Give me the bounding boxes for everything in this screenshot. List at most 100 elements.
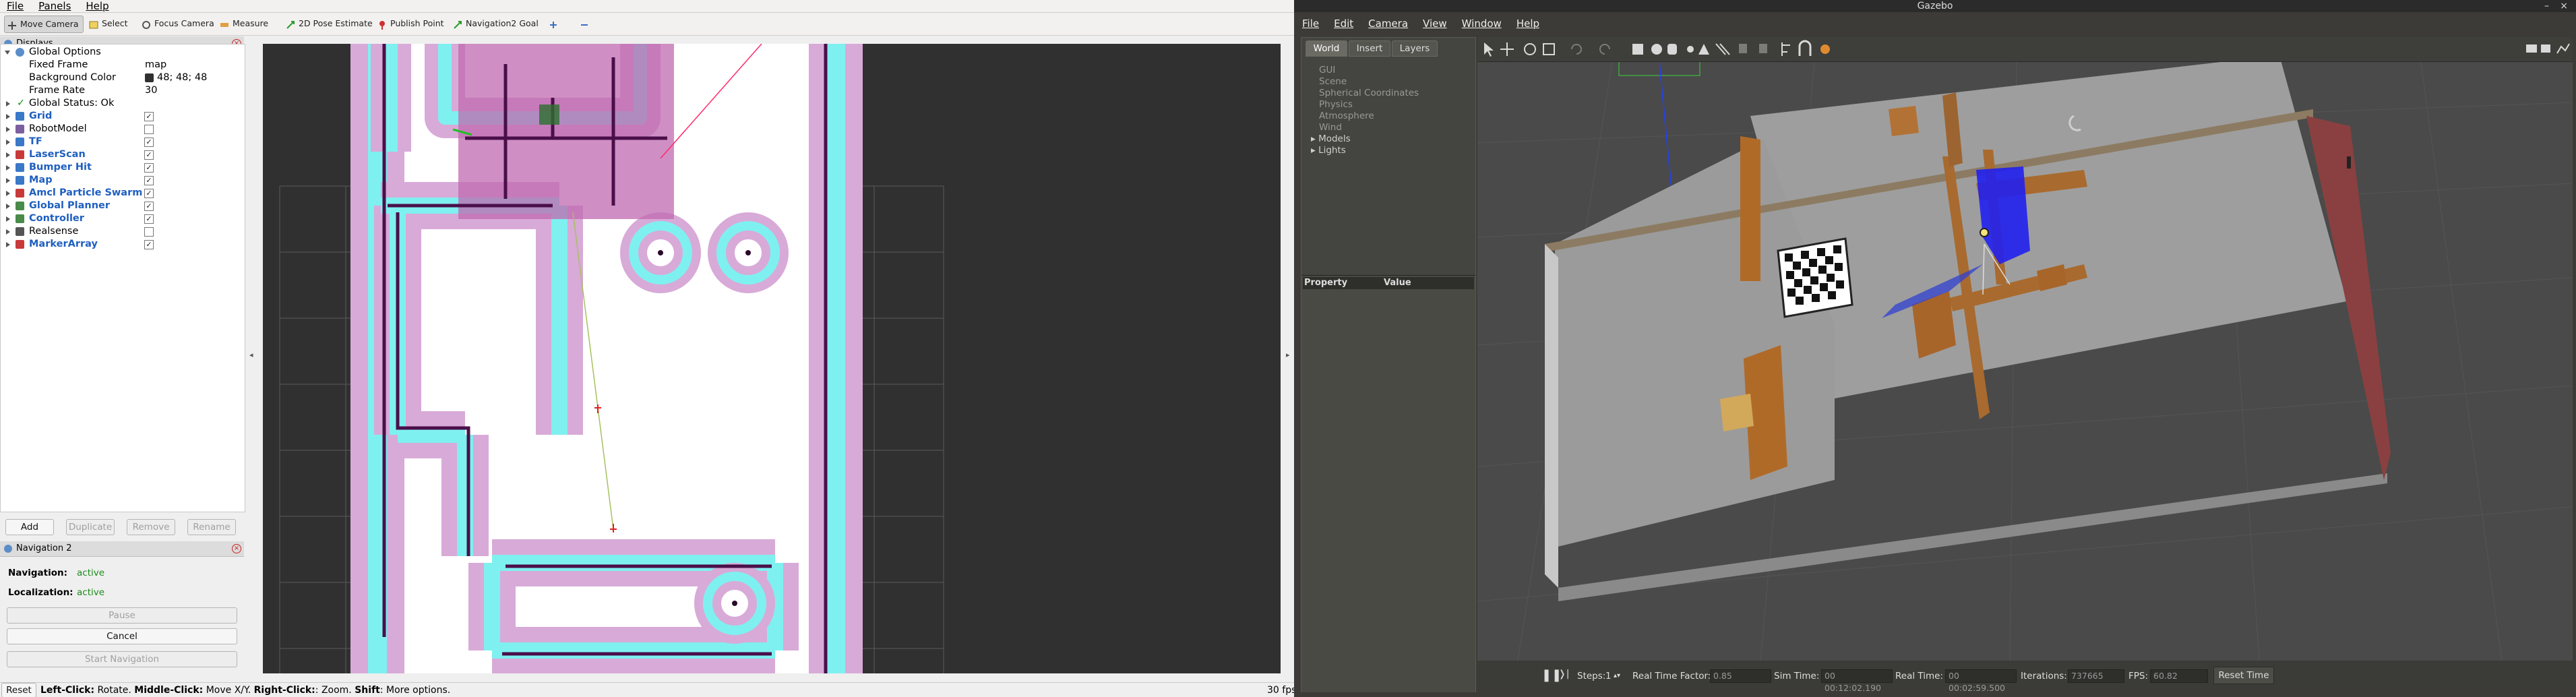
expand-arrow-icon[interactable]: ▸ (1311, 133, 1318, 144)
directional-light-icon[interactable] (1715, 43, 1730, 55)
scale-mode-icon[interactable] (1543, 43, 1555, 55)
select-mode-icon[interactable] (1484, 42, 1494, 57)
tool-focus-camera[interactable]: Focus Camera (139, 16, 218, 32)
world-tree-item-lights[interactable]: ▸ Lights (1311, 145, 1347, 156)
display-enabled-checkbox[interactable]: ✓ (144, 112, 154, 121)
cylinder-shape-icon[interactable] (1667, 44, 1677, 55)
gazebo-3d-scene[interactable] (1477, 62, 2573, 661)
tab-layers[interactable]: Layers (1392, 40, 1438, 57)
menu-file[interactable]: File (7, 0, 24, 12)
display-row-realsense[interactable]: Realsense (1, 225, 245, 238)
display-enabled-checkbox[interactable]: ✓ (144, 240, 154, 249)
display-enabled-checkbox[interactable]: ✓ (144, 176, 154, 185)
expand-arrow-icon[interactable]: ▸ (1311, 145, 1318, 156)
paste-icon[interactable] (1759, 44, 1767, 53)
reset-button[interactable]: Reset (1, 683, 36, 697)
add-display-button[interactable]: Add (5, 519, 54, 535)
display-row-laserscan[interactable]: LaserScan ✓ (1, 148, 245, 161)
world-tree-item-scene[interactable]: Scene (1319, 76, 1347, 88)
add-tool-button[interactable] (546, 16, 562, 32)
rename-display-button[interactable]: Rename (187, 519, 236, 535)
menu-panels[interactable]: Panels (38, 0, 71, 12)
display-row-grid[interactable]: Grid ✓ (1, 110, 245, 123)
expand-arrow-icon[interactable] (6, 152, 10, 158)
world-tree-item-gui[interactable]: GUI (1319, 65, 1335, 76)
duplicate-display-button[interactable]: Duplicate (66, 519, 115, 535)
display-row-controller[interactable]: Controller ✓ (1, 212, 245, 225)
display-row-robotmodel[interactable]: RobotModel (1, 123, 245, 135)
display-enabled-checkbox[interactable]: ✓ (144, 214, 154, 224)
display-enabled-checkbox[interactable]: ✓ (144, 150, 154, 160)
collapse-left-handle[interactable]: ◂ (249, 351, 253, 359)
collapse-right-handle[interactable]: ▸ (1286, 351, 1290, 359)
plot-icon[interactable] (2556, 43, 2570, 54)
tool-nav2-goal[interactable]: Navigation2 Goal (450, 16, 543, 32)
redo-icon[interactable] (1599, 44, 1610, 55)
tab-world[interactable]: World (1306, 40, 1347, 57)
display-row-amcl-particle-swarm[interactable]: Amcl Particle Swarm ✓ (1, 187, 245, 200)
display-row-tf[interactable]: TF ✓ (1, 135, 245, 148)
display-enabled-checkbox[interactable]: ✓ (144, 202, 154, 211)
expand-arrow-icon[interactable] (6, 242, 10, 247)
copy-icon[interactable] (1739, 44, 1747, 53)
gz-menu-file[interactable]: File (1302, 18, 1319, 30)
log-icon[interactable] (2541, 44, 2550, 53)
display-row-bumper-hit[interactable]: Bumper Hit ✓ (1, 161, 245, 174)
gz-menu-camera[interactable]: Camera (1368, 18, 1408, 30)
world-tree-item-wind[interactable]: Wind (1319, 122, 1342, 133)
display-row-map[interactable]: Map ✓ (1, 174, 245, 187)
menu-help[interactable]: Help (86, 0, 109, 12)
tool-move-camera[interactable]: Move Camera (4, 16, 84, 33)
fixed-frame-row[interactable]: Fixed Frame map (1, 59, 245, 71)
rotate-mode-icon[interactable] (1524, 43, 1536, 55)
expand-arrow-icon[interactable] (6, 178, 10, 183)
expand-arrow-icon[interactable] (6, 140, 10, 145)
display-enabled-checkbox[interactable]: ✓ (144, 163, 154, 173)
tab-insert[interactable]: Insert (1349, 40, 1390, 57)
expand-arrow-icon[interactable] (6, 229, 10, 235)
world-tree-item-atmosphere[interactable]: Atmosphere (1319, 111, 1374, 122)
tool-measure[interactable]: Measure (217, 16, 272, 32)
rviz-3d-viewport[interactable] (263, 44, 1281, 673)
expand-arrow-icon[interactable] (6, 204, 10, 209)
expand-arrow-icon[interactable] (6, 165, 10, 171)
point-light-icon[interactable] (1687, 46, 1694, 53)
remove-display-button[interactable]: Remove (127, 519, 175, 535)
reset-time-button[interactable]: Reset Time (2213, 667, 2274, 684)
cancel-button[interactable]: Cancel (7, 628, 237, 644)
sphere-shape-icon[interactable] (1651, 44, 1662, 55)
change-view-icon[interactable] (1820, 44, 1830, 54)
close-panel-icon[interactable]: × (232, 544, 241, 553)
global-options-row[interactable]: Global Options (1, 46, 245, 59)
steps-spinner-icon[interactable]: ▴▾ (1614, 669, 1620, 683)
map-render[interactable] (263, 44, 1281, 673)
expand-arrow-icon[interactable] (6, 127, 10, 132)
expand-arrow-icon[interactable] (6, 216, 10, 222)
start-navigation-button[interactable]: Start Navigation (7, 651, 237, 667)
robot-model[interactable] (1980, 228, 1989, 237)
expand-arrow-icon[interactable] (6, 114, 10, 119)
steps-value[interactable]: 1 (1605, 669, 1612, 683)
display-row-markerarray[interactable]: MarkerArray ✓ (1, 238, 245, 251)
minimize-icon[interactable]: – (2544, 0, 2549, 12)
world-tree-item-spherical-coordinates[interactable]: Spherical Coordinates (1319, 88, 1419, 99)
display-enabled-checkbox[interactable] (144, 227, 154, 237)
gz-menu-window[interactable]: Window (1462, 18, 1502, 30)
display-enabled-checkbox[interactable] (144, 125, 154, 134)
global-status-row[interactable]: ✓ Global Status: Ok (1, 97, 245, 110)
remove-tool-button[interactable] (577, 16, 593, 32)
tool-2d-pose-estimate[interactable]: 2D Pose Estimate (283, 16, 377, 32)
expand-arrow-icon[interactable] (5, 51, 10, 55)
snap-icon[interactable] (1798, 40, 1812, 56)
background-color-row[interactable]: Background Color 48; 48; 48 (1, 71, 245, 84)
tool-publish-point[interactable]: Publish Point (375, 16, 448, 32)
expand-arrow-icon[interactable] (6, 191, 10, 196)
translate-mode-icon[interactable] (1500, 42, 1514, 56)
align-icon[interactable] (1781, 42, 1790, 56)
close-icon[interactable]: × (2560, 0, 2568, 12)
undo-icon[interactable] (1571, 44, 1582, 55)
step-icon[interactable]: ❭| (1558, 669, 1569, 679)
box-shape-icon[interactable] (1632, 44, 1643, 55)
fixed-frame-value[interactable]: map (145, 59, 166, 71)
pause-button[interactable]: Pause (7, 607, 237, 624)
